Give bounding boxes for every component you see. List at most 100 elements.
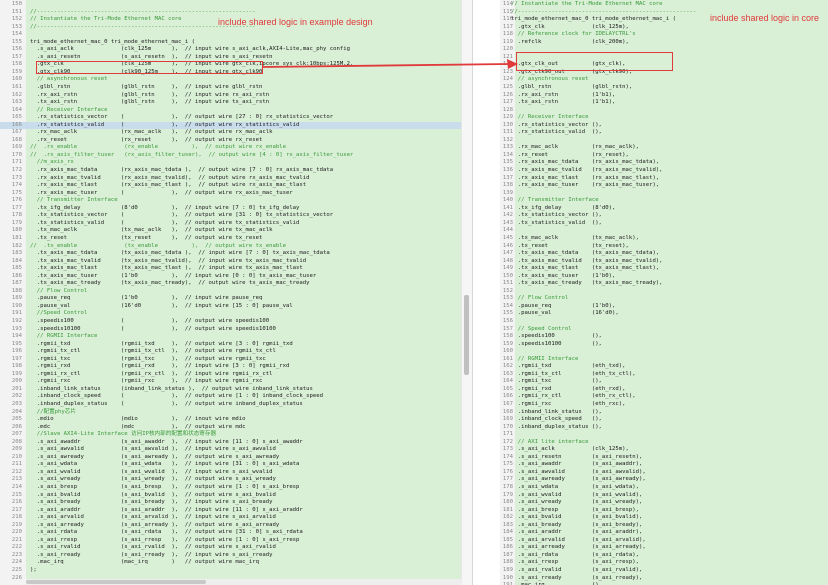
code-line: 177 .tx_ifg_delay (8'd0 ), // input wire… [0,205,472,213]
code-line: 199 .rgmii_rx_ctl (rgmii_rx_ctl ), // in… [0,371,472,379]
code-text: // Receiver Interface [511,114,589,121]
code-text: .s_axi_wdata (s_axi_wdata), [511,484,639,490]
code-line: 210 .s_axi_awready (s_axi_awready ), // … [0,454,472,462]
code-text: .rgmii_txc (), [511,378,602,385]
line-number: 206 [11,423,22,430]
left-hscroll-thumb[interactable] [26,580,206,584]
right-editor-pane[interactable]: 114// Instantiate the Tri-Mode Ethernet … [500,0,828,585]
code-text: //m_axis_rx [30,159,74,166]
left-editor-pane[interactable]: 150 151 //--------------------------------… [0,0,473,585]
code-text: .pause_val (16'd0 ), // input wire [15 :… [30,302,293,309]
line-number: 193 [11,325,22,332]
code-text: .s_axi_arvalid (s_axi_arvalid), [511,536,646,543]
code-text: // .tx_enable (tx_enable ), // output wi… [30,242,286,249]
code-text: // Transmitter Interface [30,197,118,204]
code-line: 127 .tx_axi_rstn (1'b1), [500,99,828,107]
left-vertical-scrollbar[interactable] [461,0,472,585]
line-number: 183 [11,250,22,257]
code-text: .rx_axi_rstn (glbl_rstn ), // input wire… [30,91,270,98]
code-text: .mac_irq (mac_irq ) // output wire mac_i… [30,559,260,566]
code-line: 204 //配置phy芯片 [0,409,472,417]
line-number: 154 [11,31,22,38]
line-number: 171 [502,431,513,438]
line-number: 184 [11,257,22,264]
line-number: 214 [11,484,22,490]
code-line: 187 .tx_axis_mac_tready (tx_axis_mac_tre… [0,280,472,288]
code-line: 167 .rx_mac_aclk (rx_mac_aclk ), // outp… [0,129,472,137]
code-text: .rgmii_tx_ctl (rgmii_tx_ctl ), // output… [30,348,276,355]
left-scrollbar-thumb[interactable] [464,295,469,375]
line-number: 219 [11,521,22,528]
code-line: 170 .inband_duplex_status (), [500,424,828,432]
code-text: .tx_axis_mac_tuser (1'b0), [511,272,616,279]
code-line: 189 .s_axi_rvalid (s_axi_rvalid), [500,567,828,575]
code-text: .s_axi_wdata (s_axi_wdata ), // input wi… [30,461,300,468]
code-line: 118 // Reference clock for IDELAYCTRL's [500,31,828,39]
line-number: 132 [502,136,513,143]
line-number: 167 [11,129,22,136]
line-number: 189 [11,295,22,302]
line-number: 205 [11,416,22,423]
line-number: 187 [11,280,22,287]
code-text: .s_axi_resetn (s_axi_resetn), [511,453,643,460]
line-number: 170 [11,151,22,158]
code-text: .s_axi_bready (s_axi_bready ), // input … [30,499,273,506]
code-line: 145 .tx_mac_aclk (tx_mac_aclk), [500,235,828,243]
line-number: 160 [11,76,22,83]
code-text: .rx_statistics_vector (), [511,121,602,128]
code-text: // .rx_enable (rx_enable ), // output wi… [30,144,286,151]
line-number: 226 [11,574,22,581]
code-text: .rx_axis_mac_tuser ( ), // output wire r… [30,189,293,196]
code-text: // RGMII Interface [30,333,98,340]
code-text: .tx_axis_mac_tready (tx_axis_mac_tready)… [511,280,663,287]
code-line: 124 // asynchronous reset [500,76,828,84]
code-text: .tx_axi_rstn (glbl_rstn ), // input wire… [30,99,270,106]
line-number: 180 [11,227,22,234]
line-number: 213 [11,476,22,483]
code-line: 219 .s_axi_arready (s_axi_arready ), // … [0,522,472,530]
code-text: .s_axi_aclk (clk_125m), [511,446,629,453]
code-line: 146 .tx_reset (tx_reset), [500,243,828,251]
code-text: .tx_axis_mac_tlast (tx_axis_mac_tlast), [511,265,660,272]
line-number: 220 [11,529,22,536]
code-text: // Flow Control [30,287,88,294]
code-line: 140 // Transmitter Interface [500,197,828,205]
code-line: 134 .rx_reset (rx_reset), [500,152,828,160]
code-text: .rgmii_rxc (rgmii_rxc ), // input wire r… [30,378,263,385]
code-line: 172 // AXI lite interface [500,439,828,447]
code-text: //Speed Control [30,310,88,317]
code-text: .rx_reset (rx_reset), [511,151,629,158]
left-horizontal-scrollbar[interactable] [26,579,462,585]
line-number: 221 [11,536,22,543]
line-number: 165 [11,114,22,121]
code-text: .glbl_rstn (glbl_rstn ), // input wire g… [30,84,263,91]
code-text: .rx_mac_aclk (rx_mac_aclk ), // output w… [30,129,273,136]
code-text: .rx_statistics_valid (), [511,129,602,136]
code-line: 182 .s_axi_bvalid (s_axi_bvalid), [500,514,828,522]
code-line: 149 .tx_axis_mac_tlast (tx_axis_mac_tlas… [500,265,828,273]
line-number: 212 [11,468,22,475]
code-line: 195 .rgmii_txd (rgmii_txd ), // output w… [0,341,472,349]
code-text: .speedis100 ( ), // output wire speedis1… [30,317,270,324]
code-text: .tx_statistics_valid ( ), // output wire… [30,219,300,226]
code-text: .s_axi_awready (s_axi_awready), [511,476,646,483]
code-text: .speedis100 (), [511,333,602,340]
code-text: .s_axi_rready (s_axi_rready ), // input … [30,551,273,558]
code-line: 205 .mdio (mdio ), // inout wire mdio [0,416,472,424]
line-number: 144 [502,227,513,234]
line-number: 217 [11,506,22,513]
code-line: 175 .rx_axis_mac_tuser ( ), // output wi… [0,190,472,198]
code-line: 164 // Receiver Interface [0,107,472,115]
code-text: .tx_mac_aclk (tx_mac_aclk ), // output w… [30,227,273,234]
line-number: 169 [11,144,22,151]
code-line: 172 .rx_axis_mac_tdata (rx_axis_mac_tdat… [0,167,472,175]
line-number: 157 [11,53,22,60]
line-number: 188 [11,287,22,294]
line-number: 186 [11,272,22,279]
code-line: 156 [500,318,828,326]
code-line: 213 .s_axi_wready (s_axi_wready ), // ou… [0,476,472,484]
code-line: 201 .inband_link_status (inband_link_sta… [0,386,472,394]
code-text: .tx_axis_mac_tvalid (tx_axis_mac_tvalid)… [511,257,663,264]
line-number: 153 [11,23,22,30]
line-number: 171 [11,159,22,166]
